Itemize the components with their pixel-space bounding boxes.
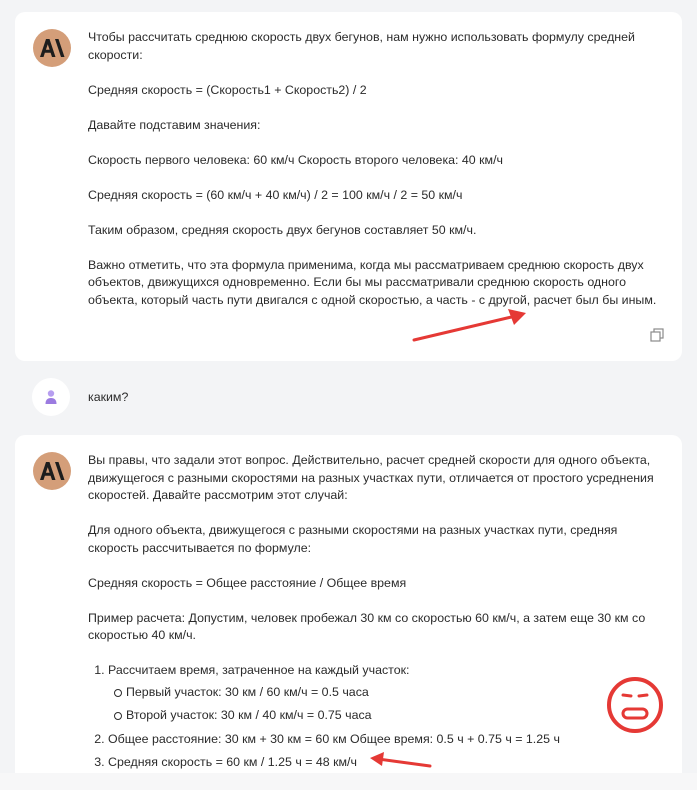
message-paragraph: Для одного объекта, движущегося с разным… — [88, 523, 618, 555]
copy-button[interactable] — [650, 328, 664, 342]
list-item: Первый участок: 30 км / 60 км/ч = 0.5 ча… — [114, 684, 668, 702]
assistant-message-card: Вы правы, что задали этот вопрос. Действ… — [15, 435, 682, 790]
copy-icon — [650, 328, 664, 342]
assistant-avatar — [33, 452, 71, 490]
message-paragraph: Пример расчета: Допустим, человек пробеж… — [88, 610, 646, 643]
bottom-bar — [0, 773, 697, 790]
user-message-text: каким? — [88, 390, 129, 404]
anthropic-logo-icon — [40, 39, 65, 57]
message-paragraph: Важно отметить, что эта формула применим… — [88, 257, 657, 307]
user-avatar — [32, 378, 70, 416]
numbered-list: Рассчитаем время, затраченное на каждый … — [88, 662, 668, 772]
assistant-message-card: Чтобы рассчитать среднюю скорость двух б… — [15, 12, 682, 361]
message-paragraph: Давайте подставим значения: — [88, 117, 261, 132]
message-paragraph: Средняя скорость = (60 км/ч + 40 км/ч) /… — [88, 187, 463, 202]
user-message: каким? — [32, 378, 672, 418]
assistant-message-text: Чтобы рассчитать среднюю скорость двух б… — [88, 29, 668, 327]
user-icon — [45, 390, 57, 404]
anthropic-logo-icon — [40, 462, 65, 480]
list-item-text: Рассчитаем время, затраченное на каждый … — [108, 663, 410, 677]
message-paragraph: Средняя скорость = (Скорость1 + Скорость… — [88, 82, 367, 97]
message-paragraph: Средняя скорость = Общее расстояние / Об… — [88, 575, 407, 590]
list-item: Общее расстояние: 30 км + 30 км = 60 км … — [108, 731, 668, 749]
message-paragraph: Скорость первого человека: 60 км/ч Скоро… — [88, 152, 503, 167]
assistant-avatar — [33, 29, 71, 67]
list-item: Рассчитаем время, затраченное на каждый … — [108, 662, 668, 725]
message-paragraph: Таким образом, средняя скорость двух бег… — [88, 222, 477, 237]
message-paragraph: Вы правы, что задали этот вопрос. Действ… — [88, 453, 654, 502]
message-paragraph: Чтобы рассчитать среднюю скорость двух б… — [88, 30, 635, 62]
list-item: Второй участок: 30 км / 40 км/ч = 0.75 ч… — [114, 707, 668, 725]
bullet-list: Первый участок: 30 км / 60 км/ч = 0.5 ча… — [108, 684, 668, 725]
list-item: Средняя скорость = 60 км / 1.25 ч = 48 к… — [108, 754, 668, 772]
assistant-message-text: Вы правы, что задали этот вопрос. Действ… — [88, 452, 668, 778]
